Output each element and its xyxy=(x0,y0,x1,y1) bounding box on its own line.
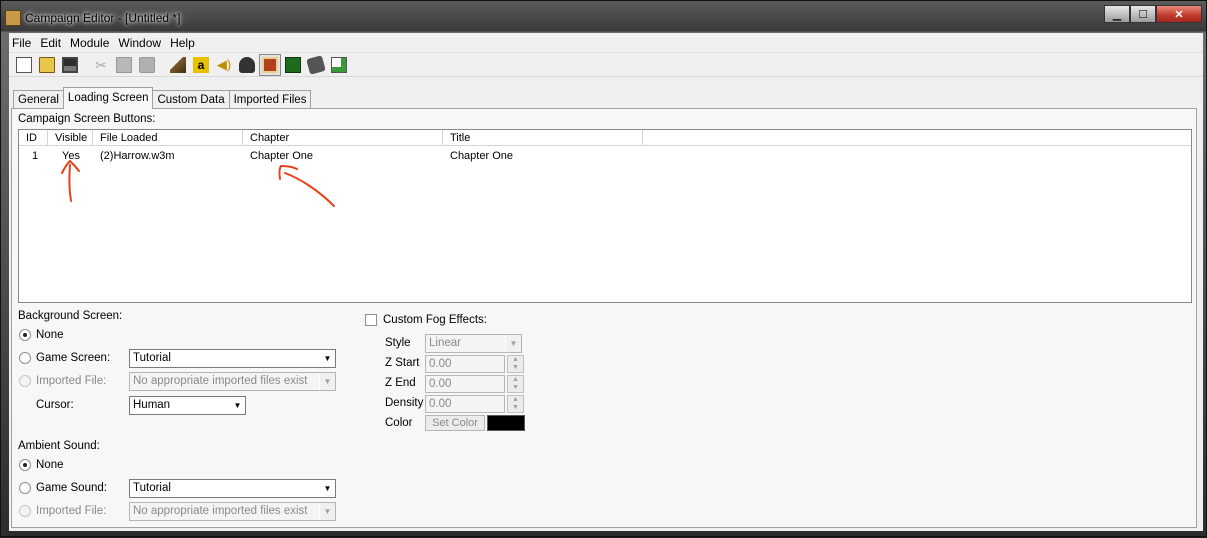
campaign-editor-icon[interactable] xyxy=(259,53,281,76)
fog-style-select[interactable]: Linear ▼ xyxy=(425,334,522,353)
cursor-label: Cursor: xyxy=(36,399,74,411)
game-sound-value: Tutorial xyxy=(133,482,171,494)
chevron-down-icon: ▼ xyxy=(505,335,521,352)
ambient-none-label: None xyxy=(36,459,64,471)
col-visible[interactable]: Visible xyxy=(48,130,93,146)
list-header: ID Visible File Loaded Chapter Title xyxy=(19,130,1191,146)
fog-zend-label: Z End xyxy=(385,377,416,389)
chevron-down-icon: ▼ xyxy=(319,480,335,497)
row-visible: Yes xyxy=(62,150,80,162)
background-imported-radio[interactable] xyxy=(19,375,31,387)
map-icon[interactable] xyxy=(282,54,304,76)
fog-zend-field[interactable]: 0.00 xyxy=(425,375,505,393)
background-imported-label: Imported File: xyxy=(36,375,107,387)
window-title: Campaign Editor - [Untitled *] xyxy=(25,11,181,25)
chevron-down-icon: ▼ xyxy=(319,350,335,367)
copy-icon[interactable] xyxy=(113,54,135,76)
ambient-game-sound-radio[interactable] xyxy=(19,482,31,494)
close-button[interactable]: ✕ xyxy=(1156,5,1202,23)
font-a-icon[interactable]: a xyxy=(190,54,212,76)
row-chapter: Chapter One xyxy=(250,150,313,162)
background-imported-value: No appropriate imported files exist xyxy=(133,375,308,387)
custom-fog-checkbox[interactable] xyxy=(365,314,377,326)
chevron-down-icon: ▼ xyxy=(319,503,335,520)
background-game-screen-label: Game Screen: xyxy=(36,352,111,364)
editor-client-area: File Edit Module Window Help ✂ a ◀) Gene… xyxy=(9,33,1203,531)
row-file-loaded: (2)Harrow.w3m xyxy=(100,150,175,162)
col-id[interactable]: ID xyxy=(19,130,48,146)
fog-density-spinner[interactable]: ▲ ▼ xyxy=(507,395,524,413)
ai-editor-icon[interactable] xyxy=(236,54,258,76)
row-id: 1 xyxy=(32,150,39,162)
campaign-buttons-list[interactable]: ID Visible File Loaded Chapter Title 1 Y… xyxy=(18,129,1192,303)
menu-help[interactable]: Help xyxy=(167,36,201,50)
background-none-label: None xyxy=(36,329,64,341)
fog-density-field[interactable]: 0.00 xyxy=(425,395,505,413)
set-color-button[interactable]: Set Color xyxy=(425,415,485,431)
loading-screen-panel: Campaign Screen Buttons: ID Visible File… xyxy=(11,108,1197,528)
fog-style-value: Linear xyxy=(429,337,461,349)
col-chapter[interactable]: Chapter xyxy=(243,130,443,146)
row-title: Chapter One xyxy=(450,150,513,162)
ambient-none-radio[interactable] xyxy=(19,459,31,471)
save-icon[interactable] xyxy=(59,54,81,76)
open-folder-icon[interactable] xyxy=(36,54,58,76)
fog-density-label: Density xyxy=(385,397,424,409)
campaign-editor-window: Campaign Editor - [Untitled *] ▁ ☐ ✕ Fil… xyxy=(0,0,1207,537)
background-imported-select[interactable]: No appropriate imported files exist ▼ xyxy=(129,372,336,391)
ambient-imported-select[interactable]: No appropriate imported files exist ▼ xyxy=(129,502,336,521)
cut-icon[interactable]: ✂ xyxy=(90,54,112,76)
chevron-down-icon: ▼ xyxy=(229,397,245,414)
fog-style-label: Style xyxy=(385,337,411,349)
chevron-down-icon: ▼ xyxy=(319,373,335,390)
menu-module[interactable]: Module xyxy=(67,36,115,50)
new-file-icon[interactable] xyxy=(13,54,35,76)
ambient-sound-label: Ambient Sound: xyxy=(18,440,100,452)
game-screen-select[interactable]: Tutorial ▼ xyxy=(129,349,336,368)
col-file-loaded[interactable]: File Loaded xyxy=(93,130,243,146)
fog-zstart-spinner[interactable]: ▲ ▼ xyxy=(507,355,524,373)
background-none-radio[interactable] xyxy=(19,329,31,341)
import-icon[interactable] xyxy=(328,54,350,76)
cursor-value: Human xyxy=(133,399,171,411)
ambient-imported-radio[interactable] xyxy=(19,505,31,517)
tab-general[interactable]: General xyxy=(13,90,64,109)
game-sound-select[interactable]: Tutorial ▼ xyxy=(129,479,336,498)
toolbar: ✂ a ◀) xyxy=(9,53,1203,77)
cursor-select[interactable]: Human ▼ xyxy=(129,396,246,415)
paste-icon[interactable] xyxy=(136,54,158,76)
table-row[interactable]: 1 Yes (2)Harrow.w3m Chapter One Chapter … xyxy=(19,148,1191,164)
tab-custom-data[interactable]: Custom Data xyxy=(152,90,230,109)
fog-color-label: Color xyxy=(385,417,413,429)
game-screen-value: Tutorial xyxy=(133,352,171,364)
fog-zstart-label: Z Start xyxy=(385,357,420,369)
app-icon xyxy=(5,10,21,26)
tab-strip: General Loading Screen Custom Data Impor… xyxy=(13,87,312,109)
fog-zend-spinner[interactable]: ▲ ▼ xyxy=(507,375,524,393)
sound-icon[interactable]: ◀) xyxy=(213,54,235,76)
ambient-imported-label: Imported File: xyxy=(36,505,107,517)
ambient-game-sound-label: Game Sound: xyxy=(36,482,107,494)
maximize-button[interactable]: ☐ xyxy=(1130,5,1156,23)
menu-file[interactable]: File xyxy=(9,36,37,50)
tab-loading-screen[interactable]: Loading Screen xyxy=(62,87,154,109)
terrain-icon[interactable] xyxy=(167,54,189,76)
custom-fog-label: Custom Fog Effects: xyxy=(383,314,487,326)
menu-bar: File Edit Module Window Help xyxy=(9,33,1203,53)
menu-edit[interactable]: Edit xyxy=(37,36,67,50)
background-screen-label: Background Screen: xyxy=(18,310,123,322)
fog-color-swatch[interactable] xyxy=(487,415,525,431)
fog-zstart-field[interactable]: 0.00 xyxy=(425,355,505,373)
minimize-button[interactable]: ▁ xyxy=(1104,5,1130,23)
menu-window[interactable]: Window xyxy=(115,36,167,50)
ambient-imported-value: No appropriate imported files exist xyxy=(133,505,308,517)
object-editor-icon[interactable] xyxy=(305,54,327,76)
background-game-screen-radio[interactable] xyxy=(19,352,31,364)
col-title[interactable]: Title xyxy=(443,130,643,146)
title-bar[interactable]: Campaign Editor - [Untitled *] ▁ ☐ ✕ xyxy=(1,1,1207,33)
campaign-screen-buttons-label: Campaign Screen Buttons: xyxy=(18,113,156,125)
tab-imported-files[interactable]: Imported Files xyxy=(228,90,312,109)
